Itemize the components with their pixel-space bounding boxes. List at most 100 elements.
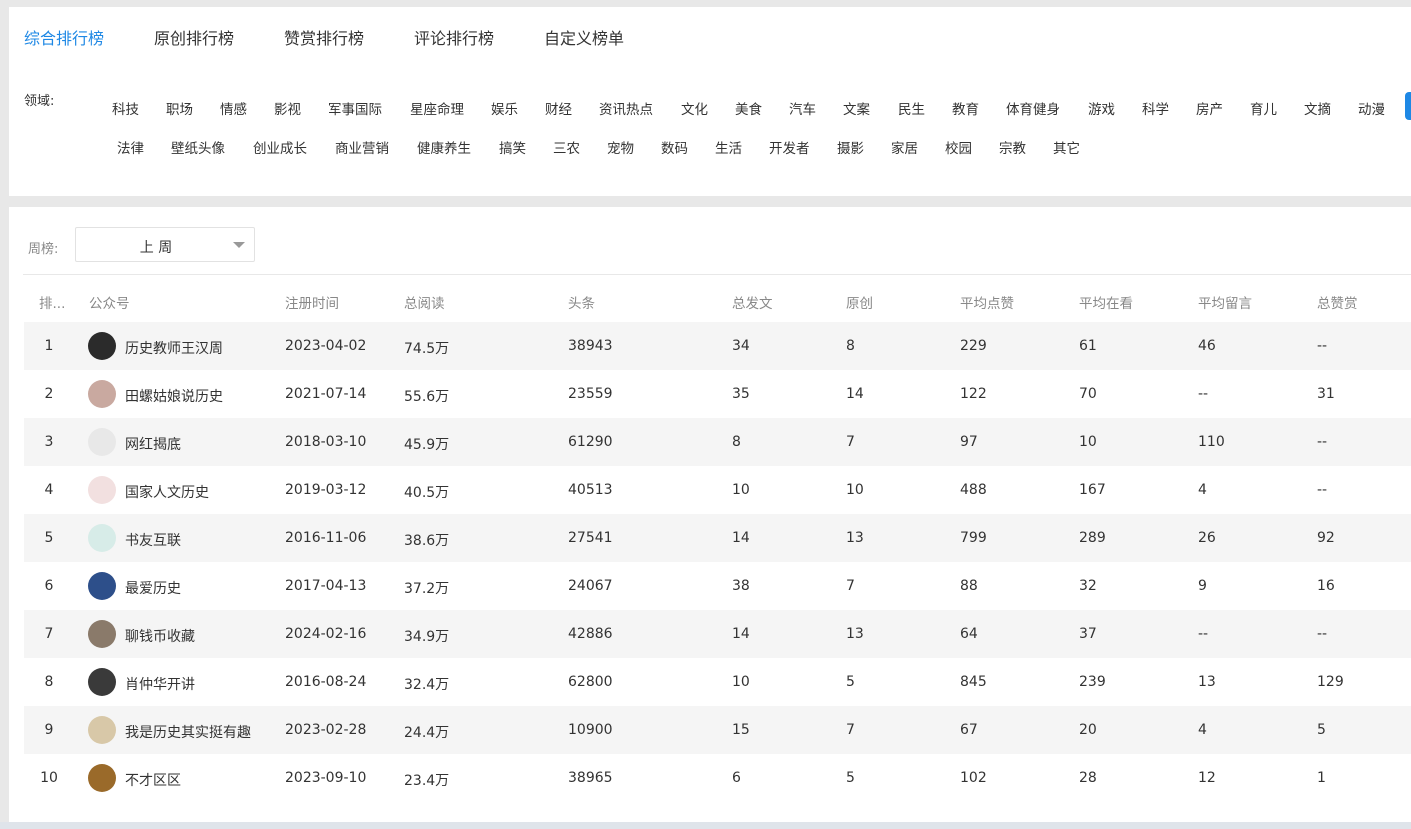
category-item[interactable]: 教育	[952, 98, 979, 118]
posts-cell: 15	[732, 722, 750, 738]
tab-custom[interactable]: 自定义榜单	[544, 25, 624, 49]
col-total-reads[interactable]: 总阅读	[404, 292, 445, 312]
avatar[interactable]	[88, 524, 116, 552]
category-item[interactable]: 情感	[220, 98, 247, 118]
bottom-scrollbar[interactable]	[0, 822, 1411, 829]
col-original[interactable]: 原创	[846, 292, 873, 312]
account-name[interactable]: 最爱历史	[125, 578, 181, 598]
category-item[interactable]: 体育健身	[1006, 98, 1060, 118]
category-item[interactable]: 职场	[166, 98, 193, 118]
table-row[interactable]: 1 历史教师王汉周 2023-04-02 74.5万 38943 34 8 229 61 46 --	[24, 322, 1411, 370]
table-row[interactable]: 6 最爱历史 2017-04-13 37.2万 24067 38 7 88 32 9 16	[24, 562, 1411, 610]
avatar[interactable]	[88, 764, 116, 792]
tab-overall[interactable]: 综合排行榜	[24, 25, 104, 49]
likes-cell: 845	[960, 674, 987, 690]
table-row[interactable]: 5 书友互联 2016-11-06 38.6万 27541 14 13 799 289 26 92	[24, 514, 1411, 562]
tips-cell: --	[1317, 434, 1328, 450]
table-row[interactable]: 8 肖仲华开讲 2016-08-24 32.4万 62800 10 5 845 239 13 129	[24, 658, 1411, 706]
col-rank[interactable]: 排...	[39, 292, 65, 312]
avatar[interactable]	[88, 668, 116, 696]
views-cell: 289	[1079, 530, 1106, 546]
rank-cell: 5	[44, 530, 54, 546]
category-item[interactable]: 其它	[1053, 137, 1080, 157]
category-item[interactable]: 健康养生	[417, 137, 471, 157]
account-name[interactable]: 书友互联	[125, 530, 181, 550]
category-item[interactable]: 游戏	[1088, 98, 1115, 118]
avatar[interactable]	[88, 716, 116, 744]
col-avg-likes[interactable]: 平均点赞	[960, 292, 1014, 312]
avatar[interactable]	[88, 620, 116, 648]
account-name[interactable]: 历史教师王汉周	[125, 338, 223, 358]
account-name[interactable]: 肖仲华开讲	[125, 674, 195, 694]
category-item[interactable]: 三农	[553, 137, 580, 157]
avatar[interactable]	[88, 572, 116, 600]
table-row[interactable]: 9 我是历史其实挺有趣 2023-02-28 24.4万 10900 15 7 67 20 4 5	[24, 706, 1411, 754]
col-avg-views[interactable]: 平均在看	[1079, 292, 1133, 312]
avatar[interactable]	[88, 476, 116, 504]
table-row[interactable]: 4 国家人文历史 2019-03-12 40.5万 40513 10 10 488 167 4 --	[24, 466, 1411, 514]
category-item[interactable]: 娱乐	[491, 98, 518, 118]
category-item[interactable]: 科学	[1142, 98, 1169, 118]
account-name[interactable]: 不才区区	[125, 770, 181, 790]
col-register-date[interactable]: 注册时间	[285, 292, 339, 312]
tips-cell: --	[1317, 626, 1328, 642]
account-name[interactable]: 国家人文历史	[125, 482, 209, 502]
account-name[interactable]: 我是历史其实挺有趣	[125, 722, 251, 742]
category-item[interactable]: 影视	[274, 98, 301, 118]
account-name[interactable]: 网红揭底	[125, 434, 181, 454]
table-row[interactable]: 10 不才区区 2023-09-10 23.4万 38965 6 5 102 28 12 1	[24, 754, 1411, 802]
table-row[interactable]: 3 网红揭底 2018-03-10 45.9万 61290 8 7 97 10 110 --	[24, 418, 1411, 466]
category-item[interactable]: 创业成长	[253, 137, 307, 157]
category-item[interactable]: 育儿	[1250, 98, 1277, 118]
reads-cell: 24.4万	[404, 725, 450, 741]
avatar[interactable]	[88, 380, 116, 408]
col-total-posts[interactable]: 总发文	[732, 292, 773, 312]
category-item[interactable]: 家居	[891, 137, 918, 157]
account-name[interactable]: 聊钱币收藏	[125, 626, 195, 646]
views-cell: 37	[1079, 626, 1097, 642]
avatar[interactable]	[88, 332, 116, 360]
category-item[interactable]: 开发者	[769, 137, 810, 157]
avatar[interactable]	[88, 428, 116, 456]
table-row[interactable]: 7 聊钱币收藏 2024-02-16 34.9万 42886 14 13 64 37 -- --	[24, 610, 1411, 658]
week-select[interactable]: 上 周	[75, 227, 255, 262]
account-name[interactable]: 田螺姑娘说历史	[125, 386, 223, 406]
col-total-tips[interactable]: 总赞赏	[1317, 292, 1358, 312]
category-item[interactable]: 搞笑	[499, 137, 526, 157]
category-item[interactable]: 军事国际	[328, 98, 382, 118]
category-item[interactable]: 文化	[681, 98, 708, 118]
category-item[interactable]: 财经	[545, 98, 572, 118]
category-item[interactable]: 文摘	[1304, 98, 1331, 118]
category-item[interactable]: 动漫	[1358, 98, 1385, 118]
tab-comments[interactable]: 评论排行榜	[414, 25, 494, 49]
col-headline[interactable]: 头条	[568, 292, 595, 312]
category-item[interactable]: 星座命理	[410, 98, 464, 118]
category-item[interactable]: 法律	[117, 137, 144, 157]
category-item[interactable]: 文案	[843, 98, 870, 118]
category-item[interactable]: 摄影	[837, 137, 864, 157]
category-item[interactable]: 宠物	[607, 137, 634, 157]
likes-cell: 122	[960, 386, 987, 402]
tab-appreciation[interactable]: 赞赏排行榜	[284, 25, 364, 49]
category-item[interactable]: 商业营销	[335, 137, 389, 157]
category-item[interactable]: 房产	[1196, 98, 1223, 118]
category-item[interactable]: 壁纸头像	[171, 137, 225, 157]
category-item[interactable]: 宗教	[999, 137, 1026, 157]
category-scroll-handle[interactable]	[1405, 92, 1411, 120]
original-cell: 8	[846, 338, 855, 354]
date-cell: 2021-07-14	[285, 386, 367, 402]
table-row[interactable]: 2 田螺姑娘说历史 2021-07-14 55.6万 23559 35 14 122 70 -- 3…	[24, 370, 1411, 418]
col-avg-comments[interactable]: 平均留言	[1198, 292, 1252, 312]
category-item[interactable]: 生活	[715, 137, 742, 157]
category-item[interactable]: 资讯热点	[599, 98, 653, 118]
category-item[interactable]: 民生	[898, 98, 925, 118]
posts-cell: 8	[732, 434, 741, 450]
category-item[interactable]: 汽车	[789, 98, 816, 118]
col-account[interactable]: 公众号	[89, 292, 130, 312]
category-item[interactable]: 科技	[112, 98, 139, 118]
category-item[interactable]: 校园	[945, 137, 972, 157]
reads-cell: 23.4万	[404, 773, 450, 789]
category-item[interactable]: 数码	[661, 137, 688, 157]
tab-original[interactable]: 原创排行榜	[154, 25, 234, 49]
category-item[interactable]: 美食	[735, 98, 762, 118]
